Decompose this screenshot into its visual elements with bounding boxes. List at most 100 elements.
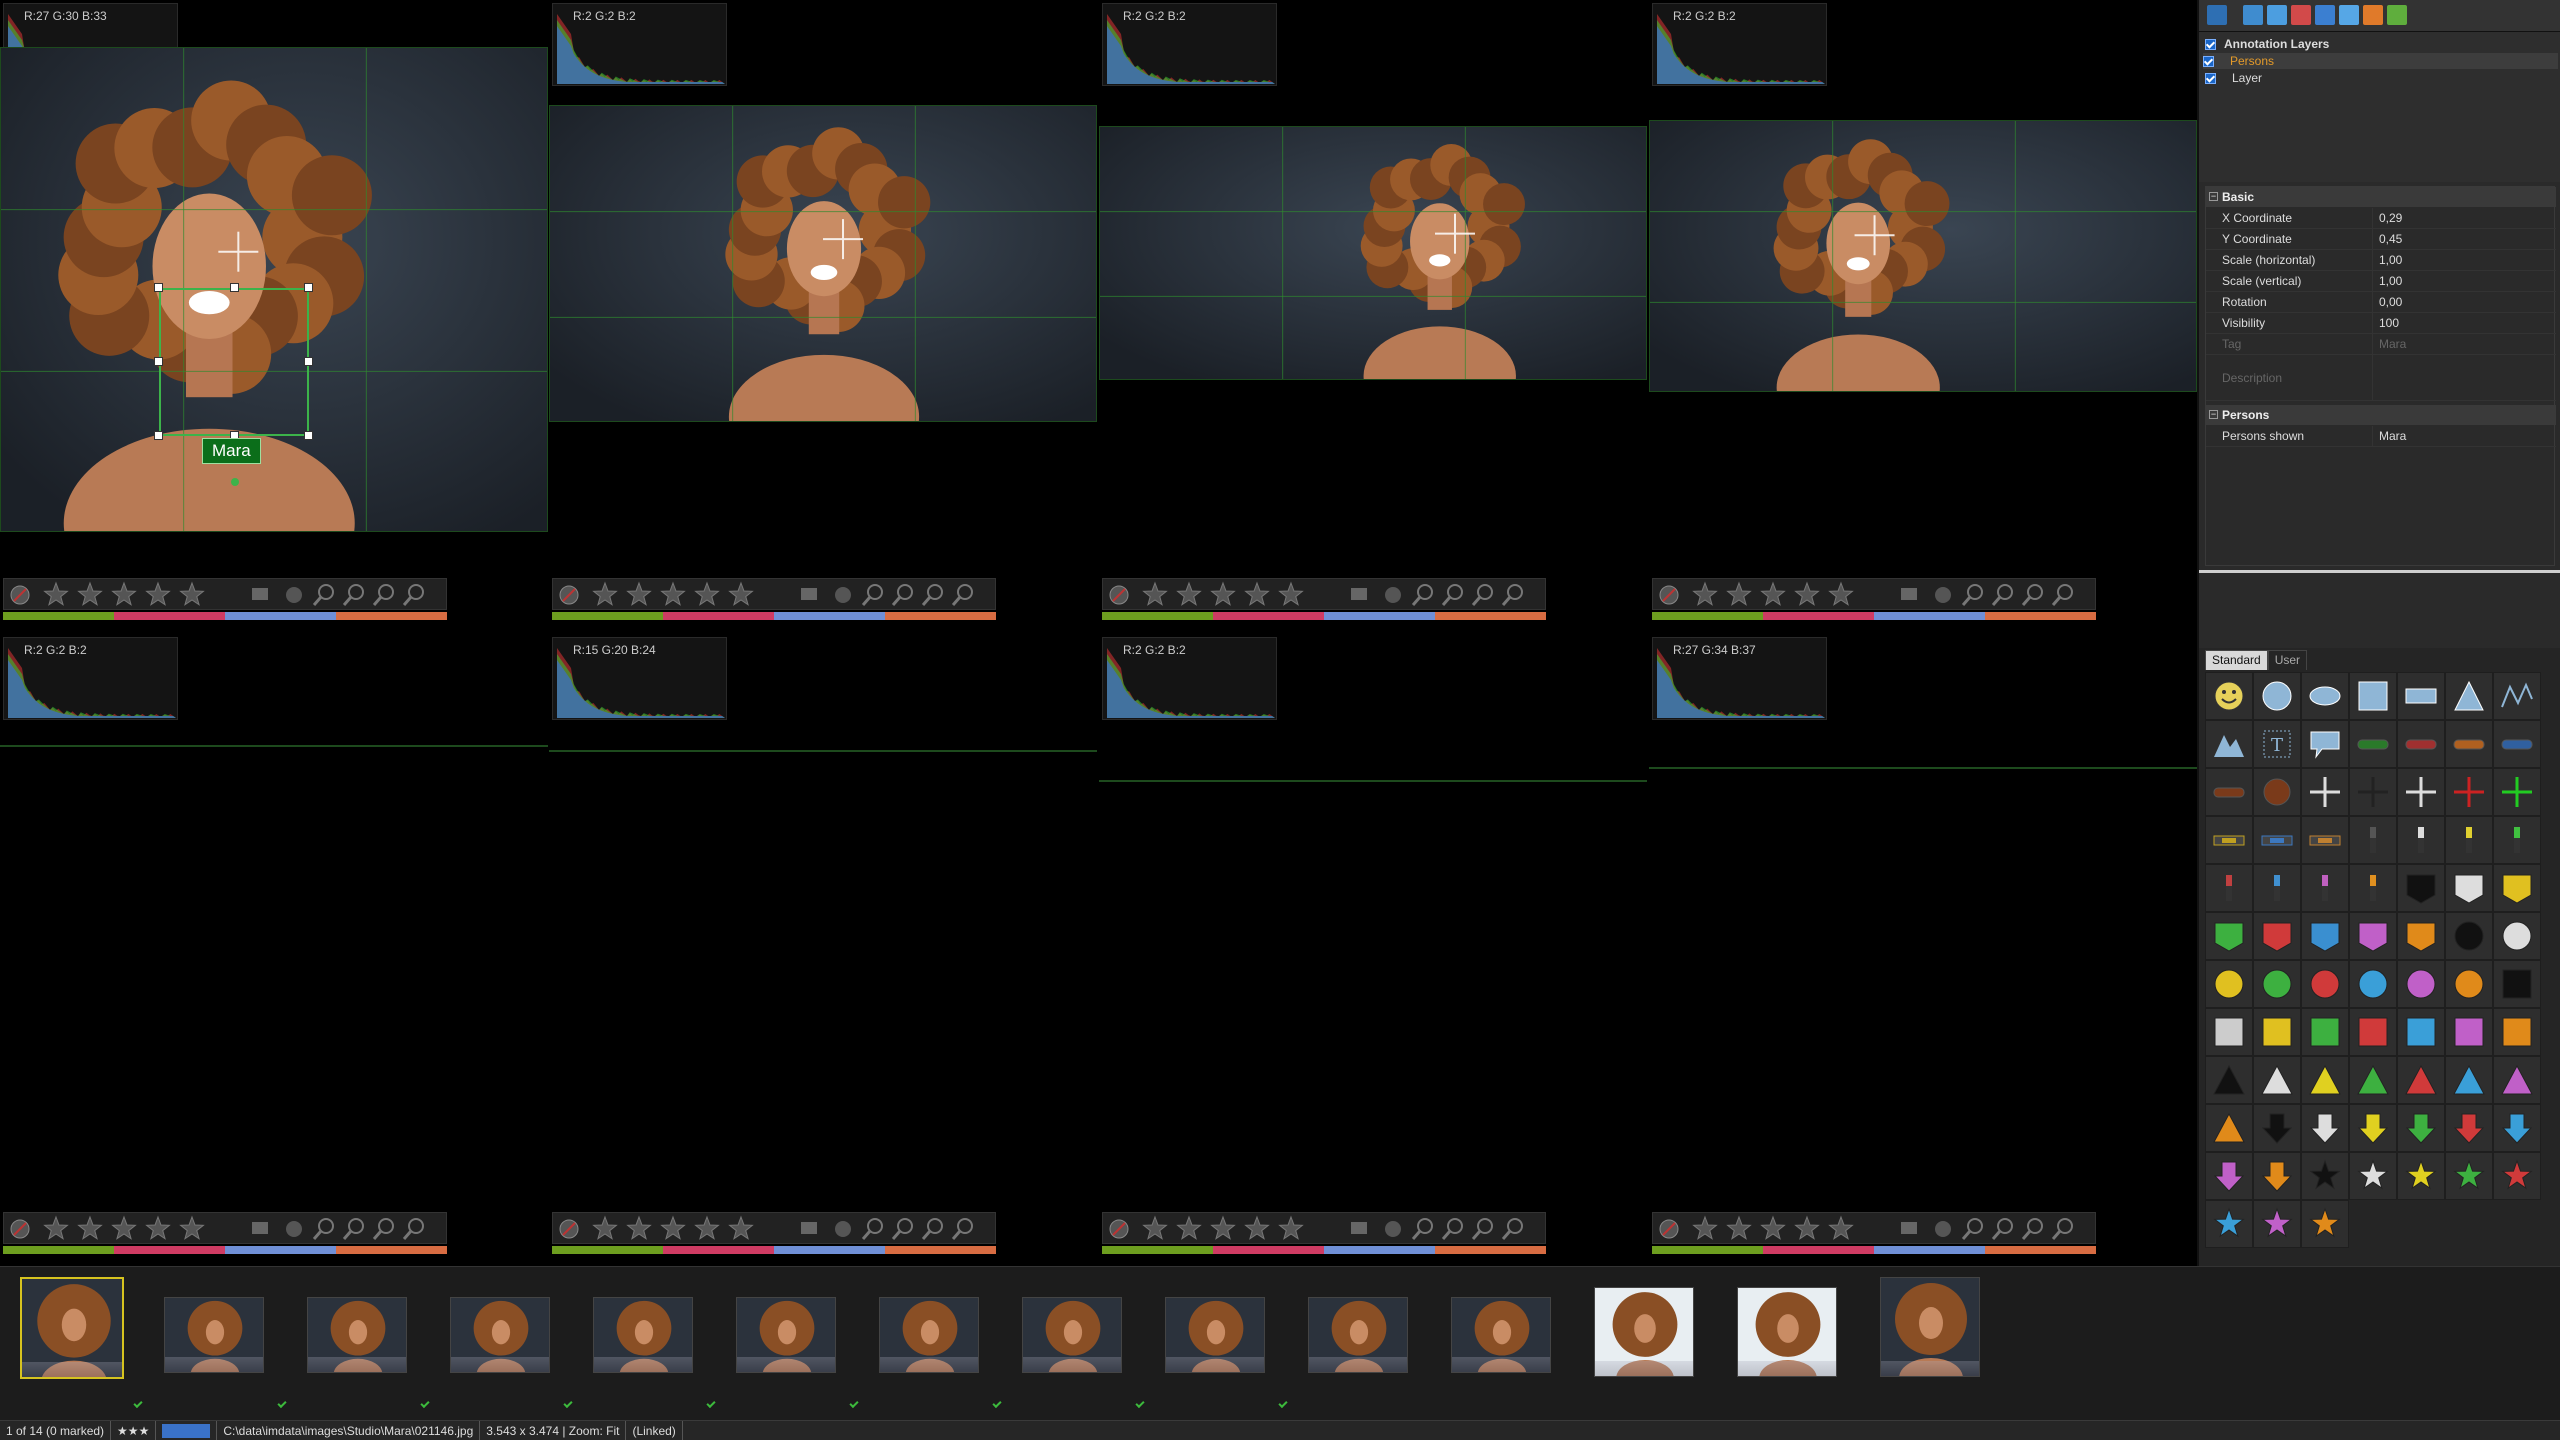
cross-shape-icon[interactable]: [2397, 768, 2445, 816]
badge-shape-icon[interactable]: [2253, 768, 2301, 816]
shield-shape-icon[interactable]: [2349, 912, 2397, 960]
prop-value[interactable]: Mara: [2373, 337, 2406, 351]
cross-shape-icon[interactable]: [2445, 768, 2493, 816]
color-label-bar[interactable]: [552, 612, 996, 620]
prop-value[interactable]: 1,00: [2373, 253, 2402, 267]
tri-shape-icon[interactable]: [2205, 1104, 2253, 1152]
import-icon[interactable]: [2387, 5, 2407, 25]
color-label-bar[interactable]: [3, 1246, 447, 1254]
prop-row[interactable]: Rotation 0,00: [2206, 292, 2556, 313]
sq-shape-icon[interactable]: [2493, 960, 2541, 1008]
rating-toolbar[interactable]: [1652, 1212, 2096, 1244]
photo[interactable]: [0, 745, 548, 747]
thumbnail[interactable]: [307, 1297, 407, 1373]
pill-shape-icon[interactable]: [2205, 768, 2253, 816]
image-cell[interactable]: R:27 G:34 B:37: [1649, 634, 2198, 1266]
tri-shape-icon[interactable]: [2253, 1056, 2301, 1104]
color-label-blue[interactable]: [1324, 1246, 1435, 1254]
image-cell[interactable]: R:2 G:2 B:2: [1649, 0, 2198, 632]
rating-toolbar[interactable]: [1652, 578, 2096, 610]
color-label-green[interactable]: [552, 1246, 663, 1254]
shield-shape-icon[interactable]: [2253, 912, 2301, 960]
thumbnail[interactable]: [1022, 1297, 1122, 1373]
color-label-green[interactable]: [3, 1246, 114, 1254]
image-cell[interactable]: R:2 G:2 B:2: [0, 634, 549, 1266]
ellipse-shape-icon[interactable]: [2301, 672, 2349, 720]
color-label-blue[interactable]: [225, 612, 336, 620]
color-label-red[interactable]: [114, 1246, 225, 1254]
prop-row[interactable]: Tag Mara: [2206, 334, 2556, 355]
stick-shape-icon[interactable]: [2301, 864, 2349, 912]
color-label-green[interactable]: [1652, 612, 1763, 620]
star-shape-icon[interactable]: [2349, 1152, 2397, 1200]
prop-row[interactable]: Y Coordinate 0,45: [2206, 229, 2556, 250]
star-shape-icon[interactable]: [2301, 1152, 2349, 1200]
star-shape-icon[interactable]: [2205, 1200, 2253, 1248]
star-shape-icon[interactable]: [2253, 1200, 2301, 1248]
dot-shape-icon[interactable]: [2349, 960, 2397, 1008]
shield-shape-icon[interactable]: [2493, 864, 2541, 912]
move-down-icon[interactable]: [2339, 5, 2359, 25]
color-label-green[interactable]: [1652, 1246, 1763, 1254]
thumbnail[interactable]: [1737, 1287, 1837, 1377]
prop-row[interactable]: Visibility 100: [2206, 313, 2556, 334]
cross-shape-icon[interactable]: [2301, 768, 2349, 816]
rating-toolbar[interactable]: [552, 1212, 996, 1244]
dot-shape-icon[interactable]: [2205, 960, 2253, 1008]
color-label-red[interactable]: [663, 1246, 774, 1254]
mountain-shape-icon[interactable]: [2205, 720, 2253, 768]
color-label-bar[interactable]: [1652, 1246, 2096, 1254]
sq-shape-icon[interactable]: [2445, 1008, 2493, 1056]
rating-toolbar[interactable]: [552, 578, 996, 610]
text-shape-icon[interactable]: T: [2253, 720, 2301, 768]
sq-shape-icon[interactable]: [2301, 1008, 2349, 1056]
arrow-shape-icon[interactable]: [2301, 1104, 2349, 1152]
bar-shape-icon[interactable]: [2253, 816, 2301, 864]
circle-shape-icon[interactable]: [2253, 672, 2301, 720]
layout-icon[interactable]: [2207, 5, 2227, 25]
person-tag-label[interactable]: Mara: [202, 438, 261, 464]
cross-shape-icon[interactable]: [2349, 768, 2397, 816]
color-label-green[interactable]: [1102, 1246, 1213, 1254]
face-annotation-box[interactable]: [159, 288, 309, 436]
sq-shape-icon[interactable]: [2397, 1008, 2445, 1056]
layer-item-persons[interactable]: Persons: [2203, 53, 2558, 69]
color-label-bar[interactable]: [3, 612, 447, 620]
prop-value[interactable]: 1,00: [2373, 274, 2402, 288]
dot-shape-icon[interactable]: [2445, 912, 2493, 960]
image-cell[interactable]: R:2 G:2 B:2: [549, 0, 1098, 632]
pill-shape-icon[interactable]: [2397, 720, 2445, 768]
thumbnail[interactable]: [20, 1277, 124, 1379]
rating-toolbar[interactable]: [1102, 578, 1546, 610]
delete-icon[interactable]: [2291, 5, 2311, 25]
layer-root-checkbox[interactable]: [2205, 38, 2216, 50]
stick-shape-icon[interactable]: [2397, 816, 2445, 864]
arrow-shape-icon[interactable]: [2397, 1104, 2445, 1152]
sq-shape-icon[interactable]: [2349, 1008, 2397, 1056]
thumbnail[interactable]: [1165, 1297, 1265, 1373]
star-shape-icon[interactable]: [2445, 1152, 2493, 1200]
bar-shape-icon[interactable]: [2205, 816, 2253, 864]
duplicate-icon[interactable]: [2267, 5, 2287, 25]
shield-shape-icon[interactable]: [2205, 912, 2253, 960]
dot-shape-icon[interactable]: [2253, 960, 2301, 1008]
prop-value[interactable]: 0,45: [2373, 232, 2402, 246]
resize-handle[interactable]: [304, 431, 313, 440]
resize-handle[interactable]: [304, 283, 313, 292]
shield-shape-icon[interactable]: [2397, 912, 2445, 960]
pill-shape-icon[interactable]: [2493, 720, 2541, 768]
bubble-shape-icon[interactable]: [2301, 720, 2349, 768]
color-label-blue[interactable]: [774, 1246, 885, 1254]
prop-row[interactable]: X Coordinate 0,29: [2206, 208, 2556, 229]
tri-shape-icon[interactable]: [2349, 1056, 2397, 1104]
color-label-orange[interactable]: [885, 612, 996, 620]
color-label-orange[interactable]: [1435, 1246, 1546, 1254]
stick-shape-icon[interactable]: [2445, 816, 2493, 864]
thumbnail[interactable]: [1451, 1297, 1551, 1373]
arrow-shape-icon[interactable]: [2253, 1104, 2301, 1152]
pill-shape-icon[interactable]: [2349, 720, 2397, 768]
stick-shape-icon[interactable]: [2205, 864, 2253, 912]
image-cell[interactable]: R:27 G:30 B:33 Mara APPROVED: [0, 0, 549, 632]
dot-shape-icon[interactable]: [2301, 960, 2349, 1008]
color-label-bar[interactable]: [552, 1246, 996, 1254]
